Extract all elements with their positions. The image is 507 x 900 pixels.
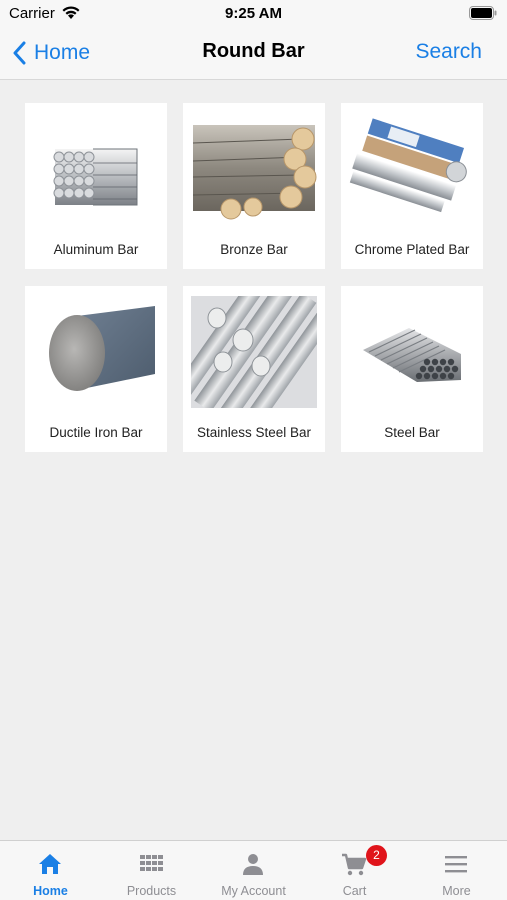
bronze-bar-image (192, 125, 317, 220)
cart-icon (342, 853, 367, 876)
product-card-chrome-plated-bar[interactable]: Chrome Plated Bar (341, 103, 483, 269)
product-label: Stainless Steel Bar (196, 425, 312, 440)
home-icon (39, 854, 61, 874)
product-label: Ductile Iron Bar (49, 425, 143, 440)
search-button[interactable]: Search (415, 40, 482, 64)
product-card-stainless-steel-bar[interactable]: Stainless Steel Bar (183, 286, 325, 452)
tab-home[interactable]: Home (0, 841, 101, 900)
navigation-bar: Home Round Bar Search (0, 28, 507, 80)
steel-bar-image (363, 328, 461, 382)
product-label: Bronze Bar (220, 242, 288, 257)
status-bar: Carrier 9:25 AM (0, 0, 507, 28)
ductile-iron-bar-image (49, 306, 155, 391)
clock: 9:25 AM (225, 5, 282, 22)
tab-label: My Account (221, 884, 286, 898)
battery-icon (469, 6, 497, 20)
tab-more[interactable]: More (406, 841, 507, 900)
grid-icon (140, 855, 163, 871)
aluminum-bar-image (53, 148, 138, 206)
product-label: Aluminum Bar (53, 242, 139, 257)
product-card-aluminum-bar[interactable]: Aluminum Bar (25, 103, 167, 269)
tab-cart[interactable]: 2 Cart (304, 841, 405, 900)
person-icon (243, 854, 263, 875)
tab-products[interactable]: Products (101, 841, 202, 900)
product-card-steel-bar[interactable]: Steel Bar (341, 286, 483, 452)
product-card-bronze-bar[interactable]: Bronze Bar (183, 103, 325, 269)
product-grid: Aluminum Bar Bronze Bar Chrome Plated Ba… (25, 103, 483, 452)
product-card-ductile-iron-bar[interactable]: Ductile Iron Bar (25, 286, 167, 452)
cart-badge: 2 (366, 845, 387, 866)
chrome-plated-bar-image (349, 118, 467, 213)
menu-icon (445, 856, 467, 873)
tab-my-account[interactable]: My Account (203, 841, 304, 900)
tab-label: More (442, 884, 471, 898)
product-label: Steel Bar (384, 425, 440, 440)
tab-label: Cart (342, 884, 367, 898)
tab-label: Home (33, 884, 68, 898)
stainless-steel-bar-image (191, 296, 317, 408)
product-label: Chrome Plated Bar (354, 242, 470, 257)
tab-bar: Home Products My Account 2 Cart More (0, 840, 507, 900)
tab-label: Products (126, 884, 177, 898)
